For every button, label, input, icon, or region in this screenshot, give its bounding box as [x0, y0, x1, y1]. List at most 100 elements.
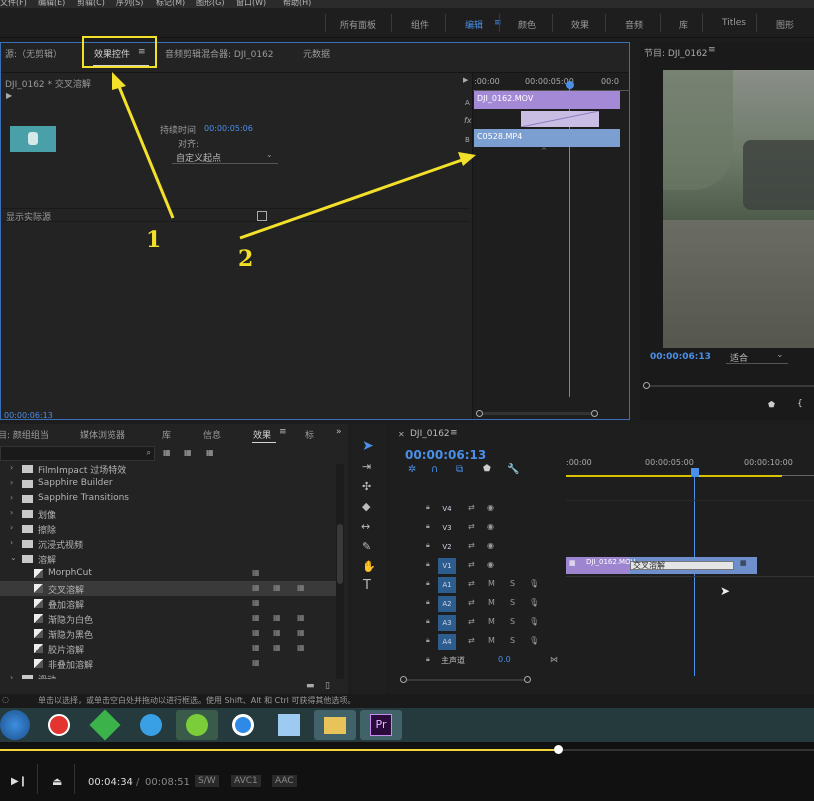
app-cube-taskbar-icon[interactable]	[268, 710, 310, 740]
transition-bar[interactable]	[521, 111, 599, 127]
effects-search-input[interactable]: ⌕	[0, 446, 155, 461]
windows-start-icon[interactable]	[0, 710, 30, 740]
workspace-tab[interactable]: 颜色	[518, 18, 536, 31]
solo-button[interactable]: S	[510, 636, 515, 645]
effects-folder[interactable]: › FilmImpact 过场特效	[0, 461, 336, 476]
menu-item[interactable]: 编辑(E)	[38, 0, 65, 8]
app-green-taskbar-icon[interactable]	[84, 709, 126, 741]
workspace-tab[interactable]: 组件	[411, 18, 429, 31]
effects-item[interactable]: 叠加溶解 ▦	[0, 596, 336, 611]
yuv-effects-icon[interactable]: ▦	[206, 448, 214, 457]
effects-folder[interactable]: › Sapphire Transitions	[0, 491, 336, 506]
zoom-dropdown[interactable]: 适合 ⌄	[726, 350, 788, 364]
track-name[interactable]: A3	[438, 615, 456, 631]
workspace-tab[interactable]: 所有面板	[340, 18, 376, 31]
menu-item[interactable]: 窗口(W)	[236, 0, 266, 8]
lock-icon[interactable]: 🔒︎	[426, 579, 430, 588]
microphone-icon[interactable]: 🎙︎	[529, 579, 539, 588]
sequence-tab[interactable]: DJI_0162	[410, 429, 450, 439]
master-volume-value[interactable]: 0.0	[498, 655, 511, 664]
menu-item[interactable]: 标记(M)	[156, 0, 185, 8]
menu-item[interactable]: 剪辑(C)	[77, 0, 105, 8]
microphone-icon[interactable]: 🎙︎	[529, 598, 539, 607]
tab-project[interactable]: 目: 颜组组当	[0, 428, 49, 441]
lock-icon[interactable]: 🔒︎	[426, 560, 430, 569]
chevron-right-icon[interactable]: ›	[10, 538, 13, 547]
effects-folder[interactable]: › 滑动	[0, 671, 336, 679]
baidu-netdisk-taskbar-icon[interactable]	[222, 710, 264, 740]
collapse-arrow-icon[interactable]: ▶	[463, 76, 468, 84]
track-name[interactable]: V1	[438, 558, 456, 574]
sync-lock-icon[interactable]: ⇄	[468, 598, 475, 607]
chevron-right-icon[interactable]: ›	[10, 508, 13, 517]
razor-tool-icon[interactable]: ◆	[362, 500, 370, 513]
sync-lock-icon[interactable]: ⇄	[468, 617, 475, 626]
effects-folder[interactable]: ⌄ 溶解	[0, 551, 336, 566]
workspace-tab[interactable]: 图形	[776, 18, 794, 31]
mini-timeline-scrollbar[interactable]	[476, 410, 598, 417]
lock-icon[interactable]: 🔒︎	[426, 655, 430, 664]
lock-icon[interactable]: 🔒︎	[426, 617, 430, 626]
timeline-timecode[interactable]: 00:00:06:13	[405, 448, 486, 462]
app-blue-taskbar-icon[interactable]	[130, 710, 172, 740]
file-explorer-taskbar-icon[interactable]	[314, 710, 356, 740]
sync-lock-icon[interactable]: ⇄	[468, 522, 475, 531]
eye-icon[interactable]: ◉	[487, 503, 494, 512]
timeline-playhead-handle[interactable]	[691, 468, 699, 477]
chevron-right-icon[interactable]: ›	[10, 478, 13, 487]
slip-tool-icon[interactable]: ↔	[361, 520, 370, 533]
workspace-tab[interactable]: 编辑	[465, 18, 483, 31]
mute-button[interactable]: M	[488, 636, 495, 645]
lock-icon[interactable]: 🔒︎	[426, 636, 430, 645]
scroll-handle-right[interactable]	[524, 676, 531, 683]
type-tool-icon[interactable]: T	[363, 578, 371, 593]
v1-clip-dji0162[interactable]: ▦ DJI_0162.MOV	[566, 557, 635, 574]
track-select-tool-icon[interactable]: ⇥	[362, 460, 371, 473]
chevron-right-icon[interactable]: ›	[10, 493, 13, 502]
program-menu-icon[interactable]: ≡	[708, 45, 716, 55]
workspace-tab[interactable]: Titles	[722, 18, 746, 28]
mute-button[interactable]: M	[488, 598, 495, 607]
track-name[interactable]: A4	[438, 634, 456, 650]
mark-in-icon[interactable]: {	[797, 399, 803, 409]
hand-tool-icon[interactable]: ✋	[362, 560, 376, 573]
program-timecode[interactable]: 00:00:06:13	[650, 352, 711, 362]
effects-item[interactable]: 渐隐为白色 ▦ ▦ ▦	[0, 611, 336, 626]
chevron-right-icon[interactable]: ›	[10, 673, 13, 679]
work-area-bar[interactable]	[566, 475, 782, 477]
effects-item[interactable]: 交叉溶解 ▦ ▦ ▦	[0, 581, 336, 596]
premiere-pro-taskbar-icon[interactable]: Pr	[360, 710, 402, 740]
lock-icon[interactable]: 🔒︎	[426, 522, 430, 531]
sync-lock-icon[interactable]: ⇄	[468, 541, 475, 550]
alignment-dropdown[interactable]: 自定义起点 ⌄	[172, 150, 278, 164]
duration-value[interactable]: 00:00:05:06	[204, 124, 253, 133]
linked-selection-icon[interactable]: ⧉	[456, 464, 463, 475]
tab-effects[interactable]: 效果	[253, 428, 271, 441]
play-transition-icon[interactable]: ▶	[6, 91, 12, 100]
sequence-menu-icon[interactable]: ≡	[450, 428, 458, 438]
track-name[interactable]: A1	[438, 577, 456, 593]
menu-item[interactable]: 图形(G)	[196, 0, 224, 8]
eject-icon[interactable]: ⏏	[52, 775, 62, 788]
effects-folder[interactable]: › 沉浸式视频	[0, 536, 336, 551]
effects-item[interactable]: 非叠加溶解 ▦	[0, 656, 336, 671]
effects-folder[interactable]: › Sapphire Builder	[0, 476, 336, 491]
effects-scrollbar[interactable]	[336, 464, 344, 679]
playhead-handle[interactable]	[566, 81, 574, 89]
accelerated-effects-icon[interactable]: ▦	[163, 448, 171, 457]
clip-b-c0528[interactable]: C0528.MP4	[474, 129, 620, 147]
track-name[interactable]: V4	[438, 501, 456, 517]
32bit-effects-icon[interactable]: ▦	[184, 448, 192, 457]
marker-icon[interactable]: ⬟	[768, 400, 775, 409]
mute-button[interactable]: M	[488, 617, 495, 626]
eye-icon[interactable]: ◉	[487, 560, 494, 569]
play-pause-icon[interactable]: ▶❙	[11, 776, 27, 787]
effects-menu-icon[interactable]: ≡	[279, 427, 287, 437]
menu-item[interactable]: 文件(F)	[0, 0, 27, 8]
close-icon[interactable]: ✕	[398, 430, 405, 439]
tab-metadata[interactable]: 元数据	[303, 47, 330, 60]
effects-item[interactable]: MorphCut ▦	[0, 566, 336, 581]
delete-icon[interactable]: ▯	[325, 681, 330, 691]
ec-timecode[interactable]: 00:00:06:13	[4, 411, 53, 420]
tab-markers[interactable]: 标	[305, 428, 314, 441]
